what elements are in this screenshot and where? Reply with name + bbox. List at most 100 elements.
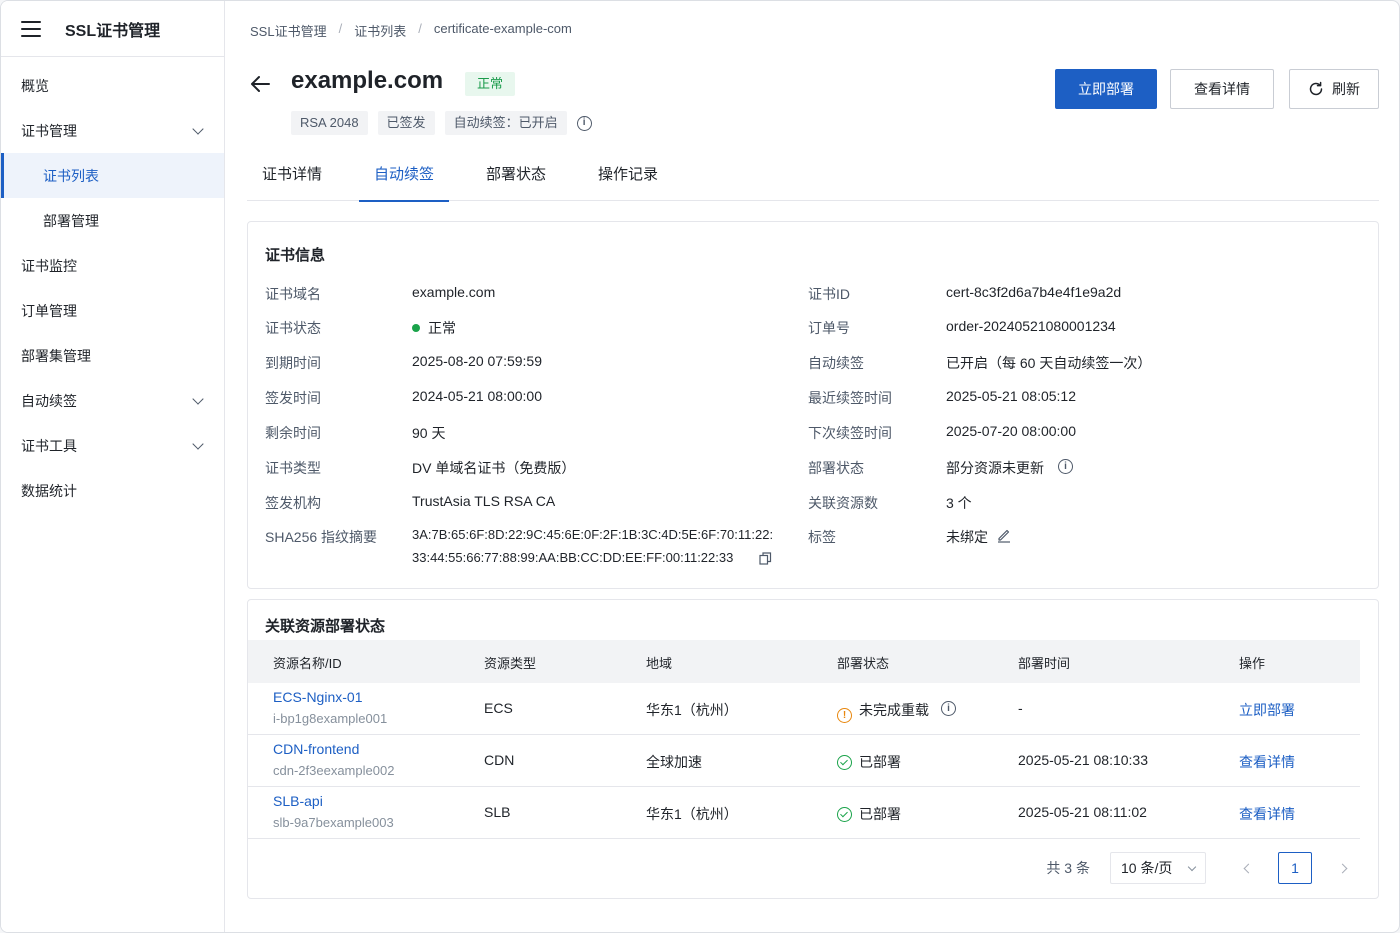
field-value: 2024-05-21 08:00:00 bbox=[412, 388, 542, 404]
tab-auto-renew[interactable]: 自动续签 bbox=[359, 153, 450, 202]
warning-icon: ! bbox=[837, 708, 852, 723]
view-details-link[interactable]: 查看详情 bbox=[1239, 752, 1295, 772]
sidebar-header: SSL证书管理 bbox=[1, 1, 224, 57]
sidebar-item-deploy-sets[interactable]: 部署集管理 bbox=[1, 333, 224, 378]
sidebar-item-auto-renew[interactable]: 自动续签 bbox=[1, 378, 224, 423]
tab-cert-details[interactable]: 证书详情 bbox=[247, 153, 337, 201]
copy-icon[interactable] bbox=[759, 552, 772, 565]
chevron-down-icon bbox=[1187, 862, 1197, 871]
resource-name-link[interactable]: CDN-frontend bbox=[273, 741, 359, 757]
info-icon[interactable]: i bbox=[1058, 459, 1073, 474]
deploy-time: 2025-05-21 08:11:02 bbox=[1018, 804, 1147, 820]
refresh-button[interactable]: 刷新 bbox=[1289, 69, 1379, 109]
tab-operation-log[interactable]: 操作记录 bbox=[583, 153, 673, 201]
breadcrumb-separator: / bbox=[418, 21, 422, 36]
chevron-down-icon bbox=[192, 437, 204, 450]
arrow-left-icon[interactable] bbox=[249, 73, 271, 95]
field-label: 签发机构 bbox=[265, 495, 321, 511]
breadcrumb-item[interactable]: 证书列表 bbox=[354, 21, 406, 40]
sidebar-item-overview[interactable]: 概览 bbox=[1, 63, 224, 108]
breadcrumb-item[interactable]: SSL证书管理 bbox=[250, 21, 327, 40]
view-details-button[interactable]: 查看详情 bbox=[1170, 69, 1274, 109]
sidebar-title: SSL证书管理 bbox=[65, 22, 161, 40]
table-row: SLB-api slb-9a7bexample003 SLB 华东1（杭州） 已… bbox=[248, 787, 1360, 839]
field-label: 自动续签 bbox=[808, 355, 864, 371]
column-header: 资源类型 bbox=[484, 656, 537, 671]
status-badge: 正常 bbox=[465, 72, 516, 96]
page-number-current[interactable]: 1 bbox=[1278, 852, 1312, 884]
meta-tags: RSA 2048 已签发 自动续签：已开启 i bbox=[291, 111, 592, 135]
field-label: 证书ID bbox=[808, 286, 850, 302]
column-header: 操作 bbox=[1239, 656, 1266, 671]
deploy-now-button[interactable]: 立即部署 bbox=[1055, 69, 1157, 109]
info-icon[interactable]: i bbox=[941, 701, 956, 716]
field-value: 2025-08-20 07:59:59 bbox=[412, 353, 542, 369]
card-title: 证书信息 bbox=[265, 247, 326, 264]
sidebar-item-cert-management[interactable]: 证书管理 bbox=[1, 108, 224, 153]
resource-name-link[interactable]: SLB-api bbox=[273, 793, 323, 809]
resource-name-link[interactable]: ECS-Nginx-01 bbox=[273, 689, 362, 705]
resource-id: cdn-2f3eexample002 bbox=[273, 763, 395, 778]
card-title: 关联资源部署状态 bbox=[265, 618, 386, 635]
pagination: 共 3 条 10 条/页 1 bbox=[1046, 852, 1358, 884]
deploy-status: 已部署 bbox=[837, 804, 901, 824]
deploy-status: 已部署 bbox=[837, 752, 901, 772]
chevron-right-icon bbox=[1337, 863, 1347, 873]
sidebar-item-deploy-management[interactable]: 部署管理 bbox=[1, 198, 224, 243]
refresh-label: 刷新 bbox=[1332, 81, 1360, 97]
resources-card: 关联资源部署状态 资源名称/ID 资源类型 地域 部署状态 部署时间 操作 EC… bbox=[247, 599, 1379, 899]
breadcrumb-item-current: certificate-example-com bbox=[433, 21, 572, 36]
sidebar-item-label: 证书监控 bbox=[21, 257, 77, 274]
field-value: 已开启（每 60 天自动续签一次） bbox=[946, 355, 1152, 371]
field-value: 3A:7B:65:6F:8D:22:9C:45:6E:0F:2F:1B:3C:4… bbox=[412, 527, 774, 542]
tab-deploy-status[interactable]: 部署状态 bbox=[471, 153, 561, 201]
deploy-time: 2025-05-21 08:10:33 bbox=[1018, 752, 1148, 768]
sidebar-item-label: 概览 bbox=[21, 77, 49, 94]
view-details-link[interactable]: 查看详情 bbox=[1239, 804, 1295, 824]
tag-key-type: RSA 2048 bbox=[291, 111, 368, 135]
sidebar-item-label: 部署管理 bbox=[43, 212, 99, 229]
field-label: 到期时间 bbox=[265, 355, 321, 371]
field-value-line2: 33:44:55:66:77:88:99:AA:BB:CC:DD:EE:FF:0… bbox=[412, 550, 734, 565]
sidebar-item-label: 证书列表 bbox=[43, 167, 99, 184]
deploy-status-text: 已部署 bbox=[859, 754, 901, 770]
info-icon[interactable]: i bbox=[576, 115, 592, 131]
resource-region: 华东1（杭州） bbox=[646, 806, 738, 822]
field-label: 签发时间 bbox=[265, 390, 321, 406]
field-value: example.com bbox=[412, 284, 496, 300]
sidebar-item-label: 数据统计 bbox=[21, 482, 77, 499]
deploy-now-link[interactable]: 立即部署 bbox=[1239, 700, 1295, 720]
field-label: 证书类型 bbox=[265, 460, 321, 476]
breadcrumb: SSL证书管理 / 证书列表 / certificate-example-com bbox=[250, 21, 572, 40]
page-title: example.com bbox=[291, 67, 444, 94]
tag-issued: 已签发 bbox=[377, 111, 435, 135]
field-value: TrustAsia TLS RSA CA bbox=[412, 493, 556, 509]
deploy-status: ! 未完成重载 bbox=[837, 700, 929, 723]
sidebar-item-cert-monitor[interactable]: 证书监控 bbox=[1, 243, 224, 288]
main-content: SSL证书管理 / 证书列表 / certificate-example-com… bbox=[225, 1, 1399, 932]
sidebar-item-cert-list[interactable]: 证书列表 bbox=[1, 153, 224, 198]
sidebar-item-cert-tools[interactable]: 证书工具 bbox=[1, 423, 224, 468]
field-value: 2025-07-20 08:00:00 bbox=[946, 423, 1076, 439]
prev-page-button[interactable] bbox=[1232, 852, 1264, 884]
field-label: SHA256 指纹摘要 bbox=[265, 529, 378, 545]
sidebar-item-orders[interactable]: 订单管理 bbox=[1, 288, 224, 333]
resource-type: ECS bbox=[484, 700, 513, 716]
page-size-select[interactable]: 10 条/页 bbox=[1110, 852, 1206, 884]
field-value: 90 天 bbox=[412, 425, 446, 441]
next-page-button[interactable] bbox=[1326, 852, 1358, 884]
app-window: SSL证书管理 概览 证书管理 证书列表 部署管理 证书监控 订单管理 部署集管… bbox=[0, 0, 1400, 933]
column-header: 部署状态 bbox=[837, 656, 890, 671]
deploy-time: - bbox=[1018, 700, 1023, 716]
column-header: 部署时间 bbox=[1018, 656, 1071, 671]
sidebar-item-statistics[interactable]: 数据统计 bbox=[1, 468, 224, 513]
menu-icon[interactable] bbox=[21, 20, 41, 37]
table-row: CDN-frontend cdn-2f3eexample002 CDN 全球加速… bbox=[248, 735, 1360, 787]
table-header: 资源名称/ID 资源类型 地域 部署状态 部署时间 操作 bbox=[248, 640, 1360, 683]
sidebar-nav: 概览 证书管理 证书列表 部署管理 证书监控 订单管理 部署集管理 自动续签 证… bbox=[1, 57, 224, 513]
edit-icon[interactable] bbox=[996, 527, 1012, 543]
field-label: 下次续签时间 bbox=[808, 425, 892, 441]
deploy-status-text: 已部署 bbox=[859, 806, 901, 822]
resource-id: slb-9a7bexample003 bbox=[273, 815, 394, 830]
field-value: 未绑定 bbox=[946, 529, 988, 545]
